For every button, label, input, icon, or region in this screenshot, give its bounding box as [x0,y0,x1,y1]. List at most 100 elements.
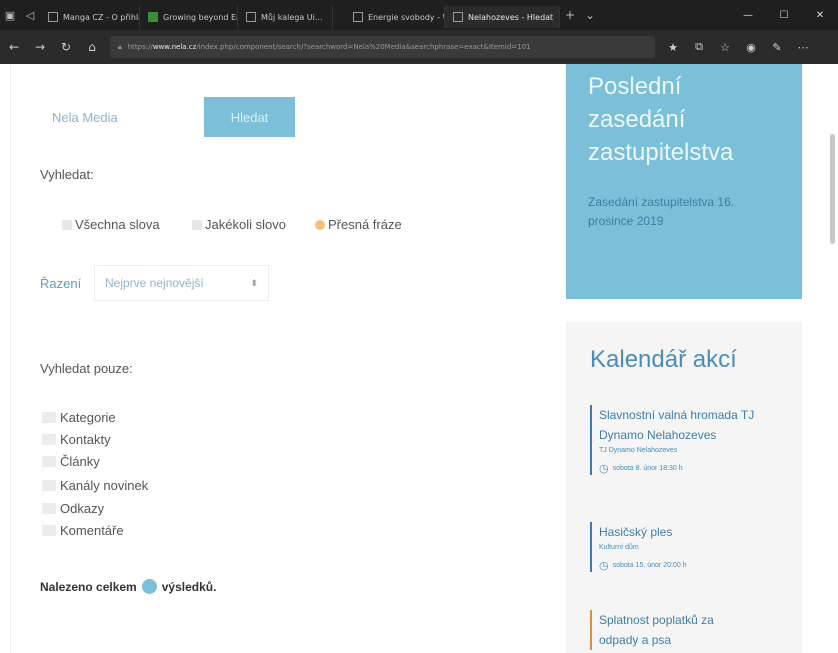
checkbox-box[interactable] [42,456,56,467]
more-menu-icon[interactable]: ⋯ [795,41,811,54]
lock-icon: 🔒︎ [118,42,122,51]
tab-list-chevron-icon[interactable]: ⌄ [580,8,600,22]
calendar-event[interactable]: Splatnost poplatků za odpady a psa [590,610,740,650]
last-meeting-box[interactable]: Poslední zasedání zastupitelstva Zasedán… [566,64,802,299]
radio-indicator[interactable] [192,219,202,230]
event-date: ◷ sobota 15. únor 20:00 h [599,559,770,572]
checkbox-label: Kontakty [60,432,111,447]
maximize-icon[interactable]: ☐ [766,10,802,21]
tab-favicon-icon [353,12,363,22]
event-date-text: sobota 15. únor 20:00 h [612,562,687,569]
browser-tab-bar: ▣ ◁ Manga CZ - O přihlašování Growing be… [0,0,838,30]
tab-title: Growing beyond Earth · Nat... [163,12,237,22]
result-suffix: výsledků. [161,579,217,594]
search-input[interactable] [42,98,204,136]
collections-icon[interactable]: ⧉ [691,40,707,54]
browser-tab-4[interactable]: Energie svobody - Web [345,6,445,28]
checkbox-label: Kategorie [60,410,116,425]
clock-icon: ◷ [599,560,609,572]
tab-title: Nelahozeves - Hledat [468,12,554,22]
home-icon[interactable]: ⌂ [84,40,100,54]
event-date-text: sobota 8. únor 18:30 h [612,465,683,472]
event-title[interactable]: Slavnostní valná hromada TJ Dynamo Nelah… [599,405,770,445]
event-date: ◷ sobota 8. únor 18:30 h [599,462,770,475]
checkbox-categories[interactable]: Kategorie [42,410,116,425]
event-title[interactable]: Splatnost poplatků za odpady a psa [599,610,740,650]
sort-selected-value: Nejprve nejnovější [105,276,204,290]
checkbox-box[interactable] [42,525,56,536]
tab-title: Manga CZ - O přihlašování [63,12,139,22]
checkbox-label: Odkazy [60,501,105,516]
event-organizer: TJ Dynamo Nelahozeves [599,447,678,454]
browser-tab-5-active[interactable]: Nelahozeves - Hledat ✕ [445,6,560,28]
calendar-event[interactable]: Slavnostní valná hromada TJ Dynamo Nelah… [590,405,770,475]
checkbox-box[interactable] [42,434,56,445]
checkbox-articles[interactable]: Články [42,454,100,469]
minimize-icon[interactable]: — [730,10,766,21]
select-arrows-icon: ⬍ [250,277,258,288]
page-scrollbar[interactable] [830,134,835,244]
calendar-title: Kalendář akcí [590,346,737,373]
checkbox-comments[interactable]: Komentáře [42,523,124,538]
sort-select[interactable]: Nejprve nejnovější ⬍ [94,265,269,301]
url-prefix: https:// [127,43,153,51]
checkbox-box[interactable] [42,412,56,423]
last-meeting-title: Poslední zasedání zastupitelstva [588,73,734,166]
url-field[interactable]: 🔒︎ https://www.nela.cz/index.php/compone… [110,36,655,58]
workspaces-icon[interactable]: ▣ [0,9,20,22]
reload-icon[interactable]: ↻ [58,40,74,54]
search-button[interactable]: Hledat [204,97,295,137]
favorites-icon[interactable]: ☆ [717,41,733,54]
radio-label: Přesná fráze [328,217,402,232]
window-controls: — ☐ ✕ [730,10,838,21]
calendar-event[interactable]: Hasičský ples Kulturní dům ◷ sobota 15. … [590,522,770,572]
checkbox-newsfeeds[interactable]: Kanály novinek [42,478,148,493]
checkbox-box[interactable] [42,480,56,491]
radio-label: Všechna slova [75,217,160,232]
checkbox-box[interactable] [42,503,56,514]
checkbox-links[interactable]: Odkazy [42,501,104,516]
favorite-star-icon[interactable]: ★ [665,41,681,54]
content-divider [10,64,11,653]
extensions-icon[interactable]: ✎ [769,41,785,54]
tab-title: Můj kalega Ui... [261,12,323,22]
checkbox-label: Kanály novinek [60,478,149,493]
radio-any-word[interactable]: Jakékoli slovo [192,217,286,232]
clock-icon: ◷ [599,463,609,475]
new-tab-icon[interactable]: + [560,8,580,22]
browser-tab-3[interactable]: Můj kalega Ui... [238,6,333,28]
tab-favicon-icon [48,12,58,22]
radio-label: Jakékoli slovo [205,217,286,232]
back-icon[interactable]: ← [6,40,22,54]
url-domain: www.nela.cz [152,43,197,51]
browser-tab-1[interactable]: Manga CZ - O přihlašování [40,6,140,28]
browser-tab-2[interactable]: Growing beyond Earth · Nat... [140,6,238,28]
radio-exact-phrase[interactable]: Přesná fráze [315,217,402,232]
close-window-icon[interactable]: ✕ [802,10,838,21]
event-title[interactable]: Hasičský ples [599,522,770,542]
sort-label: Řazení [40,276,82,291]
tab-favicon-icon [246,12,256,22]
search-mode-label: Vyhledat: [40,167,94,182]
checkbox-label: Komentáře [60,523,124,538]
result-count-badge [141,579,157,594]
tab-title: Energie svobody - Web [368,12,444,22]
search-only-label: Vyhledat pouze: [40,361,133,376]
tab-favicon-icon [148,12,158,22]
url-path: /index.php/component/search/?searchword=… [196,43,531,51]
checkbox-label: Články [60,454,100,469]
result-prefix: Nalezeno celkem [40,579,137,594]
forward-icon[interactable]: → [32,40,48,54]
radio-all-words[interactable]: Všechna slova [62,217,160,232]
event-organizer: Kulturní dům [599,544,639,551]
checkbox-contacts[interactable]: Kontakty [42,432,111,447]
profile-icon[interactable]: ◉ [743,41,759,54]
result-summary: Nalezeno celkem výsledků. [40,579,216,594]
radio-indicator-selected[interactable] [315,219,325,230]
tab-actions-icon[interactable]: ◁ [20,9,40,22]
event-calendar: Kalendář akcí Slavnostní valná hromada T… [566,322,802,653]
last-meeting-link[interactable]: Zasedání zastupitelstva 16. prosince 201… [588,193,780,231]
radio-indicator[interactable] [62,219,72,230]
tab-favicon-icon [453,12,463,22]
page-content: Hledat Vyhledat: Všechna slova Jakékoli … [0,64,838,653]
